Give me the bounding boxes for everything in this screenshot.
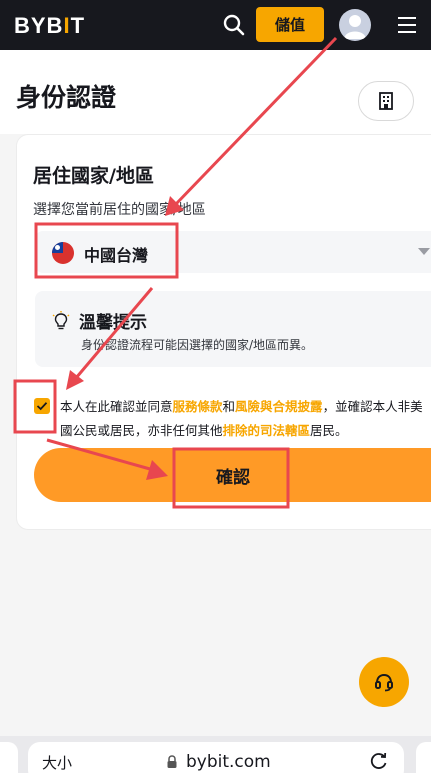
deposit-button[interactable]: 儲值 [256, 7, 324, 42]
consent-text-part1: 本人在此確認並同意 [60, 399, 173, 414]
user-avatar[interactable] [339, 9, 371, 41]
selected-country: 中國台灣 [84, 246, 149, 265]
country-select[interactable]: 中國台灣 [35, 231, 431, 273]
reload-icon[interactable] [369, 751, 389, 771]
risk-disclosure-link[interactable]: 風險與合規披露 [235, 399, 323, 414]
residence-section-subtitle: 選擇您當前居住的國家/地區 [33, 202, 206, 218]
top-nav-bar: BYBIT 儲值 [0, 0, 431, 50]
url-field[interactable]: 大小 bybit.com [28, 742, 404, 773]
terms-of-service-link[interactable]: 服務條款 [173, 399, 223, 414]
browser-address-bar: 大小 bybit.com [0, 736, 431, 773]
tip-text: 身份認證流程可能因選擇的國家/地區而異。 [81, 338, 314, 352]
text-size-button[interactable]: 大小 [42, 752, 72, 773]
consent-text-part4: 居民。 [310, 423, 348, 438]
avatar-person-icon [344, 15, 366, 39]
taiwan-flag-icon [52, 242, 74, 264]
bybit-logo[interactable]: BYBIT [14, 13, 85, 39]
headset-icon [375, 673, 393, 692]
url-text: bybit.com [186, 752, 271, 772]
entity-verification-button[interactable] [358, 81, 414, 121]
residence-form-card: 居住國家/地區 選擇您當前居住的國家/地區 中國台灣 溫馨提示 身份認證流程可能… [16, 134, 431, 530]
lightbulb-icon [52, 311, 70, 330]
page-header: 身份認證 [0, 50, 431, 134]
excluded-jurisdictions-link[interactable]: 排除的司法轄區 [223, 423, 311, 438]
residence-section-title: 居住國家/地區 [33, 165, 154, 187]
next-tab-edge[interactable] [416, 742, 431, 773]
tip-box: 溫馨提示 身份認證流程可能因選擇的國家/地區而異。 [35, 291, 431, 367]
chevron-down-icon [418, 248, 430, 255]
page-title: 身份認證 [16, 83, 117, 112]
confirm-button[interactable]: 確認 [34, 448, 431, 502]
consent-checkbox[interactable] [34, 398, 50, 414]
customer-support-button[interactable] [359, 657, 409, 707]
hamburger-menu-icon[interactable] [397, 15, 417, 35]
consent-text-part2: 和 [222, 399, 236, 414]
tip-title: 溫馨提示 [79, 313, 147, 333]
lock-icon [167, 755, 177, 768]
consent-text: 本人在此確認並同意服務條款和風險與合規披露，並確認本人非美國公民或居民，亦非任何… [60, 395, 431, 443]
building-icon [379, 92, 393, 110]
checkmark-icon [36, 402, 48, 411]
search-icon[interactable] [222, 13, 246, 37]
previous-tab-edge[interactable] [0, 742, 18, 773]
